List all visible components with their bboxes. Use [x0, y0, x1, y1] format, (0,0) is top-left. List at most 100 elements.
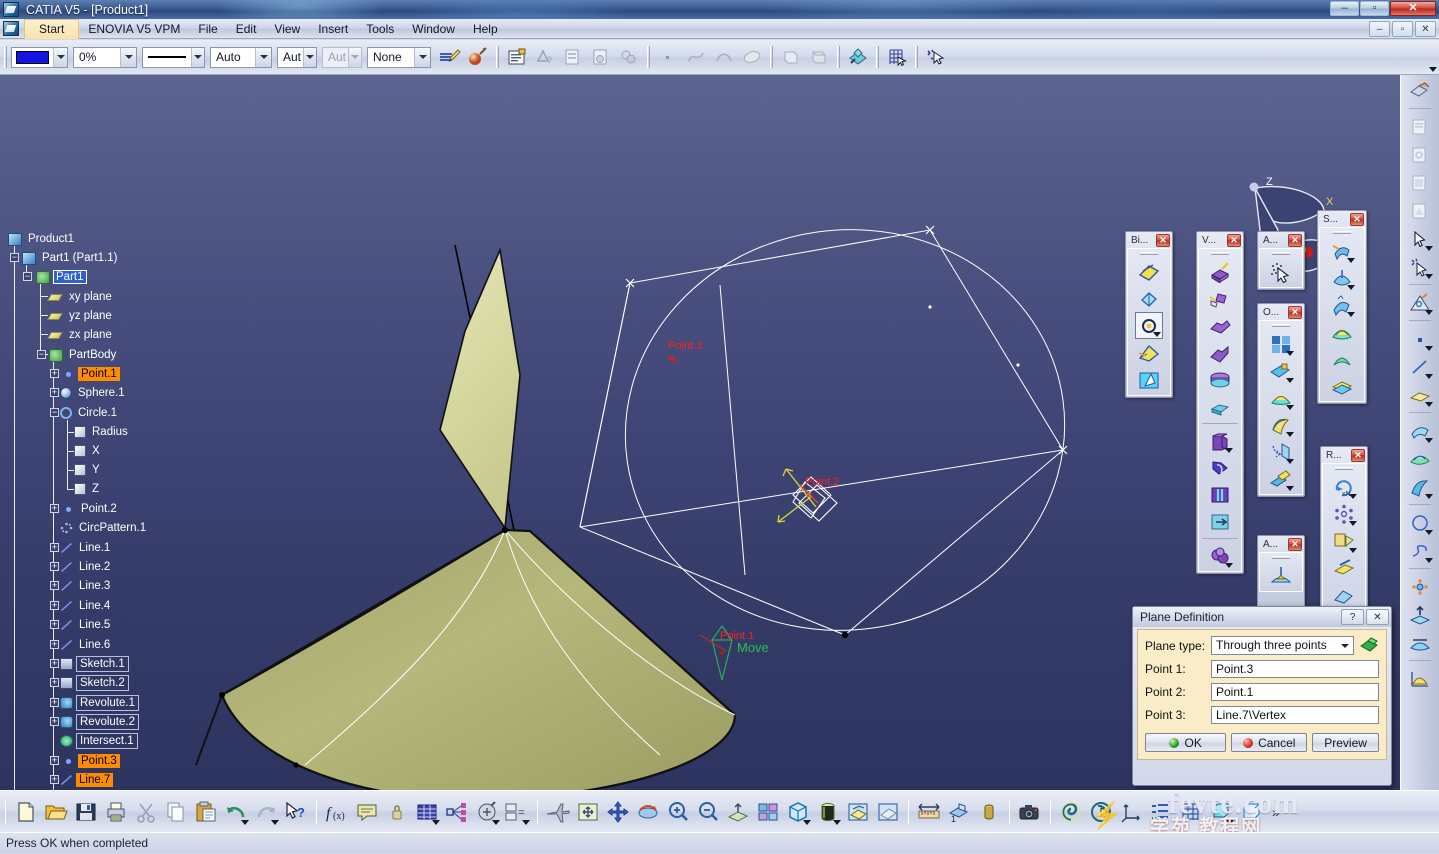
knowledge-inspector-icon[interactable]: [472, 797, 502, 827]
tree-node-point2[interactable]: Point.2: [62, 501, 120, 517]
palette-bi[interactable]: Bi... ✕: [1125, 231, 1173, 398]
solid-combine-icon[interactable]: [778, 44, 804, 70]
chevron-down-icon[interactable]: [1347, 285, 1355, 290]
rotate-icon[interactable]: [633, 797, 663, 827]
chevron-down-icon[interactable]: [191, 47, 204, 67]
palette-grip[interactable]: [1272, 556, 1290, 559]
chevron-down-icon[interactable]: [414, 47, 430, 67]
tree-expand-line3[interactable]: +: [50, 581, 59, 590]
extract-icon[interactable]: [1135, 258, 1163, 285]
tree-expand-revolute2[interactable]: +: [50, 717, 59, 726]
tree-expand-revolute1[interactable]: +: [50, 698, 59, 707]
chevron-down-icon[interactable]: [1286, 432, 1294, 437]
menu-item-view[interactable]: View: [265, 20, 309, 38]
rib-icon[interactable]: [1206, 393, 1234, 420]
fill-icon[interactable]: [1328, 264, 1356, 291]
close-icon[interactable]: ✕: [1288, 306, 1302, 319]
tree-collapse-part-instance[interactable]: −: [23, 272, 32, 281]
tree-expand-line4[interactable]: +: [50, 601, 59, 610]
chevron-down-icon[interactable]: [1349, 521, 1357, 526]
near-icon[interactable]: [1135, 312, 1163, 339]
arc-icon[interactable]: [711, 44, 737, 70]
pocket-icon[interactable]: [1206, 339, 1234, 366]
spline-tool-icon[interactable]: [1406, 537, 1434, 564]
chevron-down-icon[interactable]: [1425, 246, 1433, 251]
palette-header[interactable]: V... ✕: [1198, 233, 1242, 248]
relations-icon[interactable]: [442, 797, 472, 827]
pan-icon[interactable]: [603, 797, 633, 827]
palette-grip[interactable]: [1272, 252, 1290, 255]
circ-pattern-tool-icon[interactable]: [1406, 573, 1434, 600]
chevron-down-icon[interactable]: [432, 819, 440, 825]
menu-item-enovia[interactable]: ENOVIA V5 VPM: [79, 20, 189, 38]
groove-icon[interactable]: [1206, 454, 1234, 481]
measure-inertia-icon[interactable]: [588, 44, 614, 70]
chevron-down-icon[interactable]: [1226, 819, 1234, 825]
palette-grip[interactable]: [1211, 252, 1229, 255]
tree-node-sketch1[interactable]: Sketch.1: [60, 656, 129, 672]
tree-node-circle1[interactable]: Circle.1: [60, 405, 120, 421]
measure-between-icon[interactable]: [914, 797, 944, 827]
tree-node-point3[interactable]: Point.3: [62, 753, 120, 769]
iso-view-icon[interactable]: [783, 797, 813, 827]
stiffener-icon[interactable]: [1206, 481, 1234, 508]
rotate-xn-icon[interactable]: xN: [1330, 473, 1358, 500]
point-icon[interactable]: [655, 44, 681, 70]
tree-order-icon[interactable]: [1146, 797, 1176, 827]
chevron-down-icon[interactable]: [1425, 530, 1433, 535]
copy-item3-icon[interactable]: [1406, 169, 1434, 196]
tree-node-revolute1[interactable]: Revolute.1: [60, 695, 139, 711]
tree-node-line5[interactable]: Line.5: [60, 617, 113, 633]
blend-icon[interactable]: [1328, 291, 1356, 318]
palette-header[interactable]: A... ✕: [1259, 537, 1303, 552]
paste-icon[interactable]: [191, 797, 221, 827]
palette-o[interactable]: O... ✕: [1257, 303, 1305, 497]
zoom-out-icon[interactable]: [693, 797, 723, 827]
close-icon[interactable]: ✕: [1350, 213, 1364, 226]
tree-expand-line6[interactable]: +: [50, 640, 59, 649]
select-arrow-icon[interactable]: [1406, 225, 1434, 252]
thickness-combo[interactable]: Auto: [210, 46, 272, 68]
minimize-button[interactable]: –: [1330, 1, 1359, 16]
copy-item2-icon[interactable]: [1406, 141, 1434, 168]
preview-button[interactable]: Preview: [1312, 733, 1379, 752]
extrude-up-icon[interactable]: [1406, 601, 1434, 628]
parameter-explorer-icon[interactable]: =: [502, 797, 532, 827]
design-table-icon[interactable]: [412, 797, 442, 827]
menu-item-help[interactable]: Help: [464, 20, 507, 38]
curve-analysis-icon[interactable]: [1406, 665, 1434, 692]
chevron-down-icon[interactable]: [492, 819, 500, 825]
tree-node-circpattern1[interactable]: CircPattern.1: [60, 520, 149, 536]
sketch-tool-icon[interactable]: [1406, 289, 1434, 316]
blend-tool-icon[interactable]: [1406, 473, 1434, 500]
tree-node-y[interactable]: Y: [74, 462, 103, 478]
chevron-down-icon[interactable]: [1286, 378, 1294, 383]
mdi-minimize-button[interactable]: –: [1369, 21, 1390, 37]
chevron-down-icon[interactable]: [1225, 448, 1233, 453]
tree-node-sphere1[interactable]: Sphere.1: [60, 385, 128, 401]
menu-item-start[interactable]: Start: [24, 18, 80, 39]
palette-a-material[interactable]: A... ✕: [1257, 231, 1305, 290]
tree-node-radius[interactable]: Radius: [74, 424, 131, 440]
split-pad-icon[interactable]: [1267, 330, 1295, 357]
chevron-down-icon[interactable]: [1425, 558, 1433, 563]
swap-visible-icon[interactable]: [873, 797, 903, 827]
whats-this-icon[interactable]: ?: [281, 797, 311, 827]
chevron-down-icon[interactable]: [1337, 638, 1352, 653]
tree-collapse-partbody[interactable]: −: [37, 350, 46, 359]
tree-expand-sketch2[interactable]: +: [50, 678, 59, 687]
shape-fillet-icon[interactable]: [1267, 384, 1295, 411]
extrapolate-icon[interactable]: [1135, 339, 1163, 366]
point3-field[interactable]: Line.7\Vertex: [1211, 706, 1379, 724]
chevron-down-icon[interactable]: [120, 47, 136, 67]
sweep-tool-icon[interactable]: [1406, 417, 1434, 444]
paint-brush-icon[interactable]: [437, 44, 463, 70]
tree-expand-sketch1[interactable]: +: [50, 659, 59, 668]
menu-item-file[interactable]: File: [189, 20, 226, 38]
tree-expand-line1[interactable]: +: [50, 543, 59, 552]
tree-node-revolute2[interactable]: Revolute.2: [60, 714, 139, 730]
tree-expand-point3[interactable]: +: [50, 756, 59, 765]
menu-item-window[interactable]: Window: [403, 20, 464, 38]
toolbar-grip-2[interactable]: [496, 46, 499, 68]
chevron-down-icon[interactable]: [1349, 494, 1357, 499]
